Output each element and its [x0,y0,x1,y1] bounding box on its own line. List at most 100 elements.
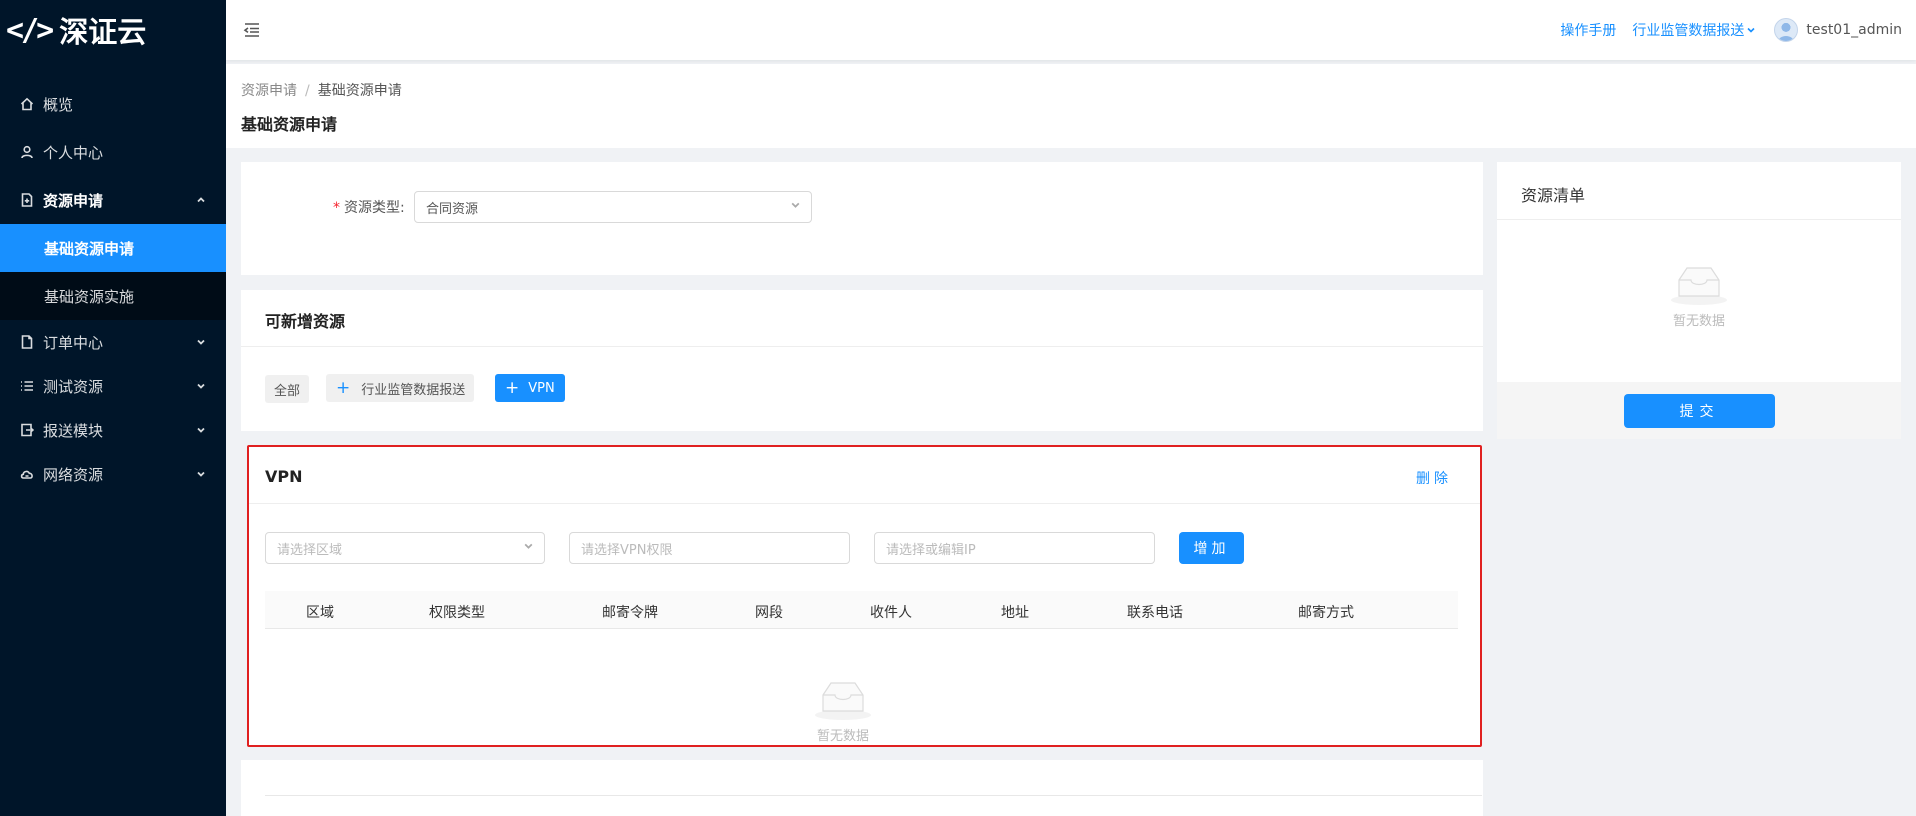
submit-button[interactable]: 提交 [1624,394,1775,428]
resource-list-empty-state: 暂无数据 [1667,262,1731,329]
sidebar-submenu: 基础资源申请 基础资源实施 [0,224,226,320]
sidebar-item-resource-application[interactable]: 资源申请 [0,176,226,224]
column-header-mail-token: 邮寄令牌 [602,605,658,621]
vpn-permission-placeholder: 请选择VPN权限 [581,542,673,558]
column-header-recipient: 收件人 [870,605,912,621]
sidebar-item-label: 基础资源实施 [44,287,135,306]
logo[interactable]: </> 深证云 [0,0,226,60]
required-mark: * [333,200,340,216]
chevron-up-icon [196,191,206,209]
breadcrumb-separator: / [305,83,310,99]
vpn-permission-select[interactable]: 请选择VPN权限 [569,532,850,564]
user-icon [20,145,34,159]
sidebar-menu: 概览 个人中心 资源申请 基础资源申请 基础资源实施 订单中心 测试资源 报送模… [0,80,226,496]
ip-placeholder: 请选择或编辑IP [886,542,976,558]
sidebar-item-label: 网络资源 [43,465,104,484]
sidebar-item-label: 测试资源 [43,377,104,396]
header-right: 操作手册 行业监管数据报送 test01_admin [1560,0,1902,60]
empty-inbox-icon [1671,267,1727,305]
tag-all-label: 全部 [274,383,301,399]
breadcrumb: 资源申请 / 基础资源申请 [241,80,1916,100]
next-section-card [241,760,1483,816]
chevron-down-icon [523,541,534,556]
column-header-permission-type: 权限类型 [429,605,485,621]
resource-type-value: 合同资源 [426,201,479,217]
supervision-dropdown-label: 行业监管数据报送 [1632,23,1745,39]
vpn-title: VPN [265,467,303,486]
region-placeholder: 请选择区域 [277,542,343,558]
add-vpn-button[interactable]: + VPN [495,374,565,402]
column-header-region: 区域 [306,605,334,621]
page-title: 基础资源申请 [241,115,338,134]
page-header: 资源申请 / 基础资源申请 基础资源申请 [226,64,1916,148]
chevron-down-icon [196,421,206,439]
column-header-phone: 联系电话 [1127,605,1183,621]
logo-text: 深证云 [59,15,147,49]
add-industry-report-label: 行业监管数据报送 [361,382,466,398]
chevron-down-icon [1747,27,1755,33]
breadcrumb-current: 基础资源申请 [317,83,402,99]
divider [249,503,1480,504]
avatar[interactable] [1774,18,1799,42]
resource-type-select[interactable]: 合同资源 [414,191,812,223]
resource-list-footer: 提交 [1497,382,1901,439]
menu-fold-icon[interactable] [242,20,262,44]
supervision-dropdown[interactable]: 行业监管数据报送 [1632,20,1756,40]
sidebar-item-basic-resource-application[interactable]: 基础资源申请 [0,224,226,272]
sidebar-item-label: 基础资源申请 [44,239,135,258]
ip-input[interactable]: 请选择或编辑IP [874,532,1155,564]
divider [241,346,1483,347]
column-header-network-segment: 网段 [755,605,783,621]
manual-link[interactable]: 操作手册 [1560,20,1616,40]
sidebar-item-label: 个人中心 [43,143,104,162]
sidebar-item-basic-resource-implementation[interactable]: 基础资源实施 [0,272,226,320]
cloud-icon [20,467,34,481]
chevron-down-icon [196,333,206,351]
empty-inbox-icon [815,682,871,720]
list-icon [20,379,34,393]
plus-icon: + [336,378,351,398]
empty-text: 暂无数据 [1672,314,1725,329]
empty-text: 暂无数据 [816,729,869,744]
delete-button[interactable]: 删除 [1416,468,1452,488]
sidebar-item-label: 报送模块 [43,421,104,440]
resource-list-card: 资源清单 暂无数据 提交 [1497,162,1901,439]
available-resources-card: 可新增资源 全部 + 行业监管数据报送 + VPN [241,290,1483,431]
sidebar-item-label: 订单中心 [43,333,104,352]
file-plus-icon [20,193,34,207]
vpn-table-header: 区域 权限类型 邮寄令牌 网段 收件人 地址 联系电话 邮寄方式 [265,591,1458,629]
username[interactable]: test01_admin [1806,22,1902,38]
sidebar-item-test-resources[interactable]: 测试资源 [0,364,226,408]
resource-list-title: 资源清单 [1521,186,1586,205]
chevron-down-icon [790,200,801,215]
column-header-mail-method: 邮寄方式 [1298,605,1354,621]
tag-all[interactable]: 全部 [265,375,310,403]
add-industry-report-button[interactable]: + 行业监管数据报送 [326,374,475,402]
divider [1497,219,1901,220]
plus-icon: + [505,378,520,398]
breadcrumb-parent[interactable]: 资源申请 [241,83,297,99]
add-vpn-label: VPN [528,380,555,396]
sidebar-item-report-module[interactable]: 报送模块 [0,408,226,452]
vpn-empty-state: 暂无数据 [811,677,875,744]
file-icon [20,335,34,349]
vpn-card: VPN 删除 请选择区域 请选择VPN权限 请选择或编辑IP 增加 区域 权限类… [247,445,1482,747]
sidebar-item-network-resources[interactable]: 网络资源 [0,452,226,496]
export-icon [20,423,34,437]
top-header: 操作手册 行业监管数据报送 test01_admin [226,0,1916,60]
home-icon [20,97,34,111]
sidebar-item-overview[interactable]: 概览 [0,80,226,128]
chevron-down-icon [196,465,206,483]
sidebar-item-label: 概览 [43,95,74,114]
region-select[interactable]: 请选择区域 [265,532,545,564]
chevron-down-icon [196,377,206,395]
divider [265,795,1482,796]
add-button[interactable]: 增加 [1179,532,1244,564]
resource-type-label: * 资源类型: [333,197,405,217]
logo-mark: </> [6,12,54,48]
resource-type-card: * 资源类型: 合同资源 [241,162,1483,275]
sidebar-item-label: 资源申请 [43,191,104,210]
sidebar-item-personal-center[interactable]: 个人中心 [0,128,226,176]
sidebar-item-order-center[interactable]: 订单中心 [0,320,226,364]
column-header-address: 地址 [1001,605,1029,621]
